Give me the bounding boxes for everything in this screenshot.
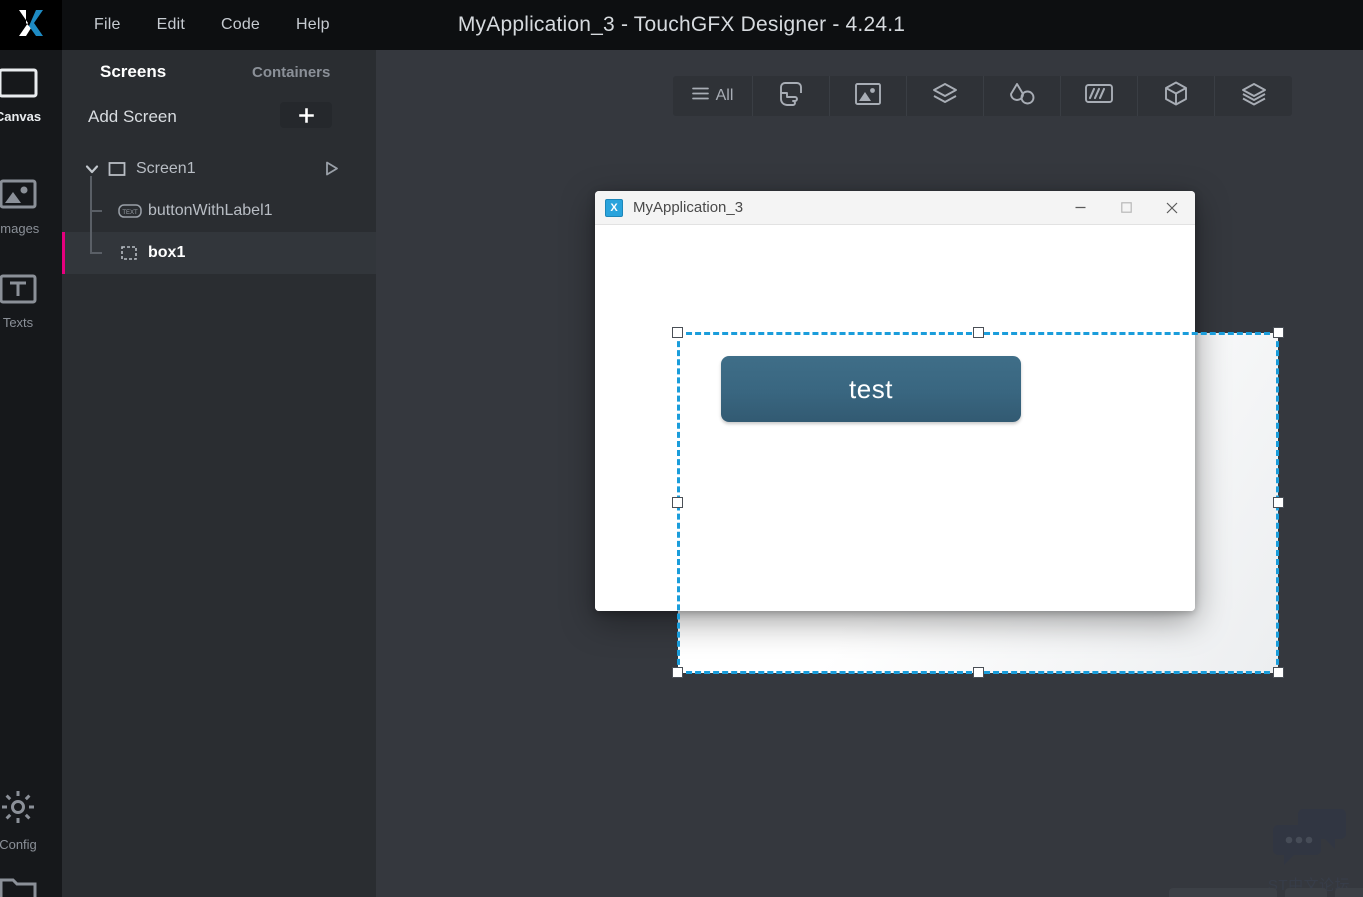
filter-containers-button[interactable] xyxy=(907,76,984,116)
speech-bubbles-icon xyxy=(1269,807,1349,874)
bottom-panel-button[interactable] xyxy=(1285,888,1327,897)
simulator-window-controls xyxy=(1057,191,1195,225)
simulator-app-icon: X xyxy=(605,198,623,217)
simulator-viewport: test xyxy=(595,225,1195,611)
filter-misc-button[interactable] xyxy=(1215,76,1292,116)
watermark: ST中文论坛 xyxy=(1257,809,1361,897)
title-bar: File Edit Code Help MyApplication_3 - To… xyxy=(0,0,1363,50)
box-dashed-icon xyxy=(120,244,138,267)
rail-label-config: Config xyxy=(0,837,37,852)
resize-handle-top-center[interactable] xyxy=(973,327,984,338)
rail-label-texts: Texts xyxy=(2,315,34,330)
add-screen-label: Add Screen xyxy=(88,107,177,126)
plus-icon xyxy=(298,107,314,123)
svg-text:TEXT: TEXT xyxy=(122,210,138,216)
rail-label-images: Images xyxy=(0,221,40,236)
images-icon xyxy=(0,178,37,215)
canvas-icon xyxy=(0,68,38,103)
menu-edit[interactable]: Edit xyxy=(139,10,203,40)
bottom-panel-button[interactable] xyxy=(1335,888,1363,897)
tree-label-screen1: Screen1 xyxy=(136,160,196,177)
rail-item-images[interactable]: Images xyxy=(0,178,54,236)
resize-handle-top-right[interactable] xyxy=(1273,327,1284,338)
screen-tree: Screen1 TEXT buttonWithLabel1 box1 xyxy=(62,148,376,274)
resize-handle-bottom-center[interactable] xyxy=(973,667,984,678)
app-logo xyxy=(0,0,62,50)
add-screen-button[interactable] xyxy=(280,102,332,128)
rail-item-config[interactable]: Config xyxy=(0,788,54,852)
filter-buttons-button[interactable] xyxy=(753,76,830,116)
tab-containers[interactable]: Containers xyxy=(252,64,330,81)
resize-handle-top-left[interactable] xyxy=(672,327,683,338)
rail-item-canvas[interactable]: Canvas xyxy=(0,68,54,124)
resize-handle-bottom-right[interactable] xyxy=(1273,667,1284,678)
chevron-down-icon[interactable] xyxy=(84,161,100,182)
rail-item-texts[interactable]: Texts xyxy=(0,274,54,330)
simulator-maximize-button[interactable] xyxy=(1103,191,1149,225)
menu-help[interactable]: Help xyxy=(278,10,348,40)
simulator-window[interactable]: X MyApplication_3 test xyxy=(595,191,1195,611)
simulator-minimize-button[interactable] xyxy=(1057,191,1103,225)
menu-bar: File Edit Code Help xyxy=(76,0,348,50)
left-icon-rail: Canvas Images Texts Con xyxy=(0,50,62,897)
tab-screens[interactable]: Screens xyxy=(100,62,166,82)
design-canvas[interactable]: All X MyApplication_3 test ST中文论坛 xyxy=(376,50,1363,897)
rail-item-folder[interactable] xyxy=(0,874,54,897)
progressbar-icon xyxy=(1085,84,1113,108)
filter-all-button[interactable]: All xyxy=(673,76,753,116)
rail-label-canvas: Canvas xyxy=(0,109,42,124)
resize-handle-middle-left[interactable] xyxy=(672,497,683,508)
selection-indicator xyxy=(62,232,65,274)
add-screen-row: Add Screen xyxy=(62,98,376,144)
bottom-panel-button[interactable] xyxy=(1169,888,1277,897)
tree-guide-horizontal xyxy=(90,252,102,254)
shapes-icon xyxy=(1009,82,1035,111)
filter-shapes-button[interactable] xyxy=(984,76,1061,116)
screen-square-icon xyxy=(108,160,126,183)
filter-images-button[interactable] xyxy=(830,76,907,116)
tree-row-buttonwithlabel1[interactable]: TEXT buttonWithLabel1 xyxy=(62,176,376,232)
simulator-title-bar: X MyApplication_3 xyxy=(595,191,1195,225)
screens-sidebar: Screens Containers Add Screen Screen1 TE… xyxy=(62,50,376,897)
button-with-label-icon: TEXT xyxy=(118,204,142,223)
simulator-title: MyApplication_3 xyxy=(633,199,744,216)
button-click-icon xyxy=(778,81,804,111)
touchgfx-x-logo-icon xyxy=(17,8,45,43)
touchgfx-designer-window: File Edit Code Help MyApplication_3 - To… xyxy=(0,0,1363,897)
folder-icon xyxy=(0,874,38,897)
gear-icon xyxy=(0,788,37,831)
image-icon xyxy=(855,82,881,110)
resize-handle-middle-right[interactable] xyxy=(1273,497,1284,508)
tree-label-box1: box1 xyxy=(148,244,186,261)
tree-label-buttonwithlabel1: buttonWithLabel1 xyxy=(148,202,273,219)
play-icon[interactable] xyxy=(323,160,340,182)
menu-code[interactable]: Code xyxy=(203,10,278,40)
layers-icon xyxy=(932,82,958,111)
cube-3d-icon xyxy=(1164,81,1188,111)
simulator-test-button[interactable]: test xyxy=(721,356,1021,422)
filter-progress-button[interactable] xyxy=(1061,76,1138,116)
hamburger-icon xyxy=(691,87,709,105)
tree-row-box1[interactable]: box1 xyxy=(62,212,376,274)
menu-file[interactable]: File xyxy=(76,10,139,40)
filter-3d-button[interactable] xyxy=(1138,76,1215,116)
filter-all-label: All xyxy=(715,87,734,104)
layers-alt-icon xyxy=(1241,82,1267,111)
tree-guide-vertical xyxy=(90,212,92,253)
resize-handle-bottom-left[interactable] xyxy=(672,667,683,678)
widget-category-toolbar: All xyxy=(673,76,1292,116)
sidebar-tabs: Screens Containers xyxy=(62,50,376,98)
bottom-panel-strip xyxy=(752,887,1363,897)
tree-row-screen1[interactable]: Screen1 xyxy=(62,148,376,190)
simulator-close-button[interactable] xyxy=(1149,191,1195,225)
texts-icon xyxy=(0,274,37,309)
